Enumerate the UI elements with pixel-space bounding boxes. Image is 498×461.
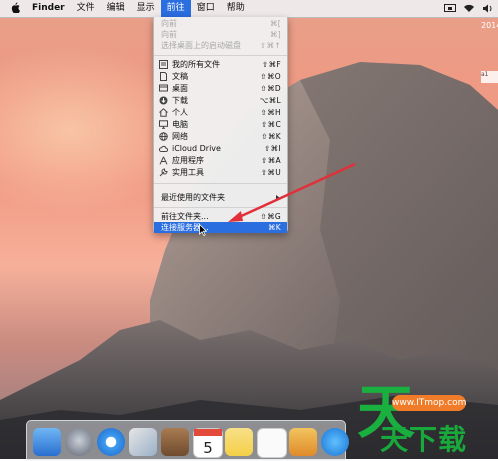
menu-item-desktop[interactable]: 桌面 ⇧⌘D	[154, 83, 287, 94]
icloud-icon	[158, 144, 169, 153]
menu-item-startup-disk[interactable]: 选择桌面上的启动磁盘 ⇧⌘↑	[154, 40, 287, 51]
apple-menu-icon[interactable]	[0, 2, 26, 16]
menu-window[interactable]: 窗口	[191, 0, 221, 17]
go-menu-dropdown: 向前 ⌘[ 向前 ⌘] 选择桌面上的启动磁盘 ⇧⌘↑ 我的所有文件 ⇧⌘F 文稿…	[153, 17, 288, 233]
menu-separator	[154, 183, 287, 184]
menu-item-all-files[interactable]: 我的所有文件 ⇧⌘F	[154, 59, 287, 70]
desktop-file-icon[interactable]: a1	[481, 71, 498, 83]
svg-text:5: 5	[203, 439, 213, 457]
display-mirror-icon[interactable]	[444, 4, 456, 13]
watermark-text: 天下载	[380, 423, 468, 456]
dock: 5	[26, 420, 349, 461]
menu-finder[interactable]: Finder	[26, 0, 71, 17]
menu-item-applications[interactable]: 应用程序 ⇧⌘A	[154, 155, 287, 166]
menu-item-icloud-drive[interactable]: iCloud Drive ⇧⌘I	[154, 143, 287, 154]
launchpad-dock-icon[interactable]	[65, 428, 93, 456]
menu-help[interactable]: 帮助	[221, 0, 251, 17]
volume-icon[interactable]	[482, 4, 494, 13]
notes-dock-icon[interactable]	[225, 428, 253, 456]
menu-separator	[154, 207, 287, 208]
downloads-icon	[159, 96, 168, 105]
desktop-item-label[interactable]: 2014	[481, 21, 498, 30]
status-area	[444, 0, 494, 17]
safari-dock-icon[interactable]	[97, 428, 125, 456]
menu-file[interactable]: 文件	[71, 0, 101, 17]
computer-icon	[159, 120, 168, 129]
menu-item-back[interactable]: 向前 ⌘[	[154, 18, 287, 29]
menu-edit[interactable]: 编辑	[101, 0, 131, 17]
menu-item-connect-to-server[interactable]: 连接服务器... ⌘K	[154, 222, 287, 233]
menu-go[interactable]: 前往	[160, 0, 191, 17]
desktop-icon	[159, 84, 168, 93]
menu-item-recent-folders[interactable]: 最近使用的文件夹	[154, 192, 287, 203]
menu-view[interactable]: 显示	[131, 0, 161, 17]
documents-icon	[159, 72, 168, 81]
photos-dock-icon[interactable]	[289, 428, 317, 456]
menu-separator	[154, 55, 287, 56]
mouse-cursor-icon	[199, 224, 207, 236]
menu-item-go-to-folder[interactable]: 前往文件夹... ⇧⌘G	[154, 211, 287, 222]
utilities-icon	[159, 168, 168, 177]
menu-item-forward[interactable]: 向前 ⌘]	[154, 29, 287, 40]
calendar-dock-icon[interactable]: 5	[193, 428, 223, 458]
mail-dock-icon[interactable]	[129, 428, 157, 456]
home-icon	[159, 108, 168, 117]
network-icon	[159, 132, 168, 141]
contacts-dock-icon[interactable]	[161, 428, 189, 456]
all-files-icon	[159, 60, 168, 69]
reminders-dock-icon[interactable]	[257, 428, 287, 458]
menu-item-utilities[interactable]: 实用工具 ⇧⌘U	[154, 167, 287, 178]
menu-item-downloads[interactable]: 下载 ⌥⌘L	[154, 95, 287, 106]
finder-dock-icon[interactable]	[33, 428, 61, 456]
submenu-arrow-icon	[276, 195, 280, 201]
menu-item-network[interactable]: 网络 ⇧⌘K	[154, 131, 287, 142]
menu-item-home[interactable]: 个人 ⇧⌘H	[154, 107, 287, 118]
menu-item-computer[interactable]: 电脑 ⇧⌘C	[154, 119, 287, 130]
menu-bar: Finder 文件 编辑 显示 前往 窗口 帮助	[0, 0, 498, 18]
wifi-icon[interactable]	[463, 4, 475, 13]
menu-item-documents[interactable]: 文稿 ⇧⌘O	[154, 71, 287, 82]
applications-icon	[159, 156, 168, 165]
watermark-url: www.ITmop.com	[392, 395, 466, 411]
messages-dock-icon[interactable]	[321, 428, 349, 456]
